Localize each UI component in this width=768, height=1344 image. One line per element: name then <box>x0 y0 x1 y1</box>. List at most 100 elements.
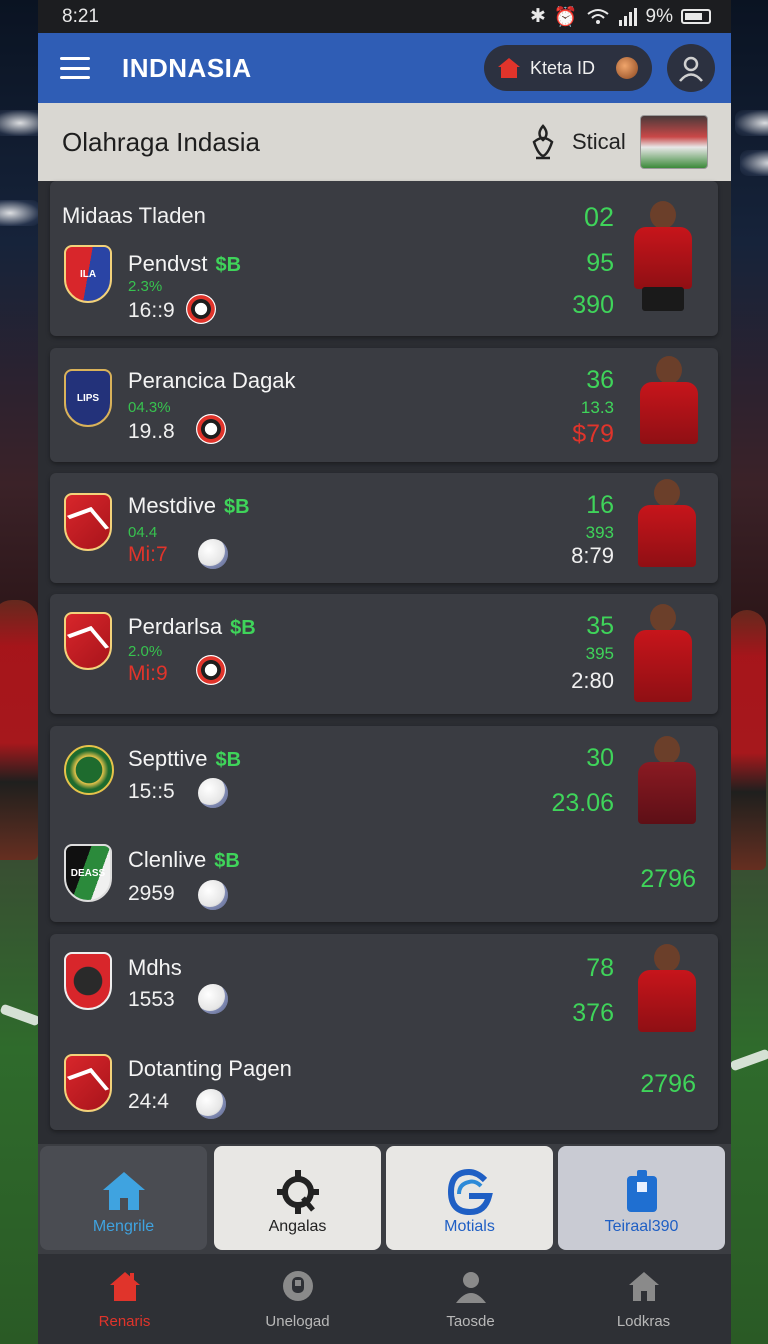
match-time: 24:4 <box>128 1090 169 1113</box>
bluetooth-icon: ✱ <box>529 6 546 27</box>
ball-icon <box>196 1089 226 1119</box>
profile-button[interactable] <box>667 44 715 92</box>
player-image <box>624 199 704 327</box>
player-image <box>628 477 708 577</box>
nav-label: Renaris <box>98 1312 151 1330</box>
team-crest-icon <box>64 612 112 670</box>
player-image <box>628 942 708 1042</box>
nav-label: Lodkras <box>616 1312 671 1330</box>
dollar-badge: $B <box>214 850 240 872</box>
alarm-icon: ⏰ <box>553 6 578 28</box>
home-icon <box>102 1172 145 1210</box>
nav-taosde[interactable]: Taosde <box>384 1254 557 1344</box>
team-crest-icon: DEASS <box>64 844 112 902</box>
tile-label: Motials <box>444 1218 495 1235</box>
match-card[interactable]: Mdhs 1553 Dotanting Pagen 24:4 78 376 27… <box>50 934 718 1130</box>
team-name: Clenlive $B <box>128 847 240 872</box>
signal-icon <box>618 7 637 26</box>
tile-motials[interactable]: Motials <box>386 1146 553 1250</box>
card-value: 78 <box>586 954 614 982</box>
account-chip[interactable]: Kteta ID <box>484 45 652 91</box>
ball-icon <box>198 880 228 910</box>
card-value: 36 <box>586 366 614 394</box>
home-icon <box>109 1271 140 1301</box>
card-value: 393 <box>585 523 614 542</box>
ball-icon <box>186 294 216 324</box>
team-name: Dotanting Pagen <box>128 1056 292 1081</box>
nav-label: Unelogad <box>265 1312 330 1330</box>
card-value: 376 <box>572 999 614 1027</box>
card-value: 8:79 <box>571 543 614 568</box>
menu-icon[interactable] <box>60 57 90 79</box>
nav-unelogad[interactable]: Unelogad <box>211 1254 384 1344</box>
card-value: 02 <box>583 202 614 232</box>
nav-lodkras[interactable]: Lodkras <box>557 1254 730 1344</box>
background-player-left <box>0 600 38 860</box>
team-name: Perdarlsa $B <box>128 614 256 639</box>
status-time: 8:21 <box>62 5 99 27</box>
team-crest-icon <box>64 745 114 795</box>
gear-icon <box>276 1170 319 1214</box>
battery-percent: 9% <box>645 5 673 27</box>
team-name: Mdhs <box>128 955 182 980</box>
match-card[interactable]: Midaas Tladen ILA Pendvst $B 2.3% 16::9 0… <box>50 181 718 336</box>
featured-thumbnail[interactable] <box>639 115 708 169</box>
section-title: Olahraga Indasia <box>62 126 261 157</box>
tile-label: Teiraal390 <box>604 1218 679 1235</box>
team-percent: 04.4 <box>128 524 158 541</box>
card-value: 2:80 <box>571 668 614 693</box>
bottom-navigation: Renaris Unelogad Taosde Lodkras <box>38 1254 731 1344</box>
team-name: Perancica Dagak <box>128 368 296 393</box>
match-time: 15::5 <box>128 780 175 803</box>
card-value: 23.06 <box>551 789 614 817</box>
account-label: Kteta ID <box>530 57 596 78</box>
match-card[interactable]: Septtive $B 15::5 DEASS Clenlive $B 2959 3… <box>50 726 718 922</box>
card-heading: Midaas Tladen <box>62 203 206 228</box>
team-name: Septtive $B <box>128 746 242 771</box>
tile-label: Angalas <box>268 1218 327 1235</box>
battery-icon <box>681 9 711 24</box>
quick-actions: Mengrile Angalas Motials Teiraal390 <box>38 1144 731 1254</box>
team-crest-icon: ILA <box>64 245 112 303</box>
card-value: 95 <box>586 249 614 277</box>
section-right[interactable]: Stical <box>528 115 708 169</box>
match-time: 16::9 <box>128 299 175 322</box>
dollar-badge: $B <box>215 749 242 771</box>
card-value: 390 <box>572 291 614 319</box>
status-icons: ✱ ⏰ 9% <box>530 5 711 29</box>
team-crest-icon <box>64 1054 112 1112</box>
card-value: 16 <box>586 491 614 519</box>
tile-label: Mengrile <box>92 1218 155 1235</box>
tile-angalas[interactable]: Angalas <box>214 1146 381 1250</box>
match-time: 1553 <box>128 988 175 1011</box>
badge-icon <box>282 1270 313 1301</box>
match-card[interactable]: Perdarlsa $B 2.0% Mi:9 35 395 2:80 <box>50 594 718 714</box>
app-title: INDNASIA <box>122 52 252 83</box>
match-card[interactable]: Mestdive $B 04.4 Mi:7 16 393 8:79 <box>50 473 718 583</box>
player-image <box>624 602 704 708</box>
team-crest-icon <box>64 952 112 1010</box>
ball-icon <box>198 778 228 808</box>
person-icon <box>455 1271 486 1303</box>
home-icon <box>498 58 520 78</box>
phone-screen: 8:21 ✱ ⏰ 9% INDNASIA Kteta ID Olahraga I… <box>38 0 731 1344</box>
team-crest-icon: LIPS <box>64 369 112 427</box>
section-header: Olahraga Indasia Stical <box>38 103 731 181</box>
card-value: 2796 <box>640 1070 696 1098</box>
match-card[interactable]: LIPS Perancica Dagak 04.3% 19..8 36 13.3… <box>50 348 718 462</box>
background-player-right <box>728 610 766 870</box>
dollar-badge: $B <box>215 254 242 276</box>
status-bar: 8:21 ✱ ⏰ 9% <box>38 0 731 33</box>
player-image <box>630 354 710 454</box>
card-value: 30 <box>586 744 614 772</box>
tile-mengrile[interactable]: Mengrile <box>40 1146 207 1250</box>
tile-teiraal[interactable]: Teiraal390 <box>558 1146 725 1250</box>
g-logo-icon <box>447 1168 493 1216</box>
trophy-icon <box>532 124 554 160</box>
team-percent: 2.0% <box>128 643 163 660</box>
card-value: 395 <box>585 644 614 663</box>
nav-renaris[interactable]: Renaris <box>38 1254 211 1344</box>
match-time: 19..8 <box>128 420 175 443</box>
user-icon <box>679 56 703 82</box>
ball-icon <box>196 414 226 444</box>
